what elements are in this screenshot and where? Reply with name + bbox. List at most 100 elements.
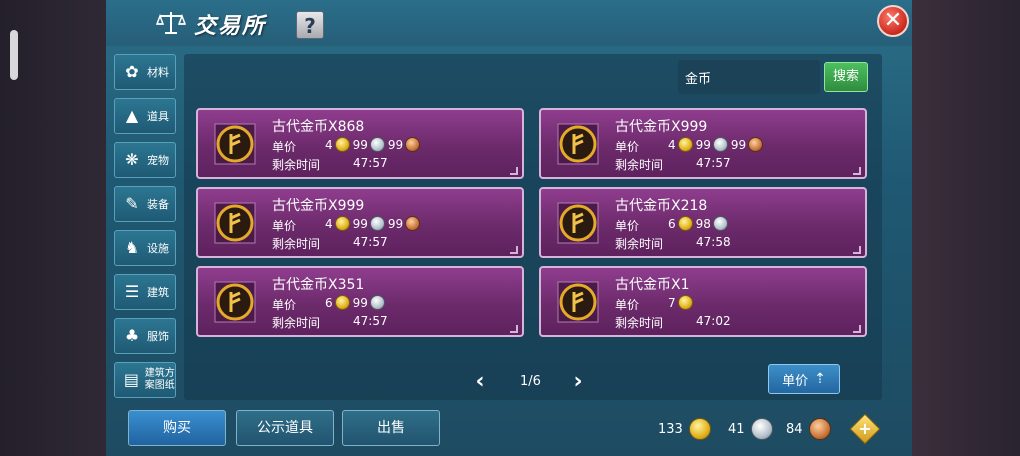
time-left-label: 剩余时间 xyxy=(272,158,321,172)
copper-balance: 84 xyxy=(786,418,831,440)
time-left-value: 47:57 xyxy=(696,156,731,170)
listing-area: 金币 搜索 古代金币X868 单价 4 99 99 剩余时间 47:57 古代金… xyxy=(184,54,882,400)
silver-amount: 99 xyxy=(695,137,711,152)
listing-name: 古代金币X868 xyxy=(272,119,365,135)
corner-mark xyxy=(510,167,518,175)
price: 6 99 xyxy=(322,295,385,310)
sort-by-price-button[interactable]: 单价 ⇡ xyxy=(768,364,840,394)
listing-name: 古代金币X999 xyxy=(272,198,365,214)
ancient-coin-icon xyxy=(214,202,256,244)
price: 4 99 99 xyxy=(665,137,764,152)
time-left-value: 47:57 xyxy=(353,156,388,170)
listing-card[interactable]: 古代金币X868 单价 4 99 99 剩余时间 47:57 xyxy=(196,108,524,179)
sidebar-item-clothing[interactable]: ♣ 服饰 xyxy=(114,318,176,354)
time-left-value: 47:02 xyxy=(696,314,731,328)
close-button[interactable]: ✕ xyxy=(877,5,909,37)
unit-price-label: 单价 xyxy=(272,140,297,154)
time-left-value: 47:57 xyxy=(353,314,388,328)
gold-balance-value: 133 xyxy=(658,421,683,437)
gold-coin-icon xyxy=(677,137,693,152)
unit-price-label: 单价 xyxy=(615,298,640,312)
sort-label: 单价 xyxy=(782,373,809,389)
sidebar-item-equipment[interactable]: ✎ 装备 xyxy=(114,186,176,222)
page-indicator: 1/6 xyxy=(520,374,541,389)
copper-amount: 99 xyxy=(730,137,747,152)
listing-card[interactable]: 古代金币X1 单价 7 剩余时间 47:02 xyxy=(539,266,867,337)
gold-coin-icon xyxy=(334,137,350,152)
silver-coin-icon xyxy=(712,216,728,231)
listing-name: 古代金币X1 xyxy=(615,277,690,293)
silver-amount: 99 xyxy=(352,216,368,231)
silver-balance-value: 41 xyxy=(728,421,745,437)
silver-coin-icon xyxy=(712,137,728,152)
copper-amount: 99 xyxy=(387,216,404,231)
corner-mark xyxy=(853,167,861,175)
sidebar-item-label: 材料 xyxy=(147,66,169,79)
corner-mark xyxy=(853,246,861,254)
sidebar-item-label: 服饰 xyxy=(147,330,169,343)
blueprint-icon: ▤ xyxy=(123,370,139,389)
corner-mark xyxy=(510,246,518,254)
sidebar-item-buildings[interactable]: ☰ 建筑 xyxy=(114,274,176,310)
search-input[interactable]: 金币 xyxy=(678,60,820,94)
copper-balance-value: 84 xyxy=(786,421,803,437)
sidebar-item-label: 建筑方案图纸 xyxy=(144,368,175,391)
silver-amount: 99 xyxy=(352,295,368,310)
gold-amount: 6 xyxy=(325,295,333,310)
corner-mark xyxy=(510,325,518,333)
time-left-value: 47:57 xyxy=(353,235,388,249)
time-left-label: 剩余时间 xyxy=(272,316,321,330)
sidebar-item-items[interactable]: ▲ 道具 xyxy=(114,98,176,134)
copper-coin-icon xyxy=(808,418,831,440)
listing-card[interactable]: 古代金币X218 单价 6 98 剩余时间 47:58 xyxy=(539,187,867,258)
sell-button[interactable]: 出售 xyxy=(342,410,440,446)
sidebar-item-facilities[interactable]: ♞ 设施 xyxy=(114,230,176,266)
search-button[interactable]: 搜索 xyxy=(824,62,868,92)
silver-coin-icon xyxy=(369,137,385,152)
pet-paw-icon: ❋ xyxy=(125,150,139,169)
gold-coin-icon xyxy=(688,418,711,440)
materials-icon: ✿ xyxy=(125,62,139,81)
gold-coin-icon xyxy=(677,295,693,310)
ancient-coin-icon xyxy=(557,202,599,244)
gold-balance: 133 xyxy=(658,418,711,440)
sidebar-item-pets[interactable]: ❋ 宠物 xyxy=(114,142,176,178)
listing-card[interactable]: 古代金币X999 单价 4 99 99 剩余时间 47:57 xyxy=(539,108,867,179)
unit-price-label: 单价 xyxy=(615,140,640,154)
help-button[interactable]: ? xyxy=(296,11,324,39)
ancient-coin-icon xyxy=(557,281,599,323)
gold-amount: 6 xyxy=(668,216,676,231)
time-left-label: 剩余时间 xyxy=(615,237,664,251)
gold-amount: 7 xyxy=(668,295,676,310)
buy-button[interactable]: 购买 xyxy=(128,410,226,446)
gold-coin-icon xyxy=(677,216,693,231)
sidebar-item-blueprints[interactable]: ▤ 建筑方案图纸 xyxy=(114,362,176,398)
sidebar-item-label: 装备 xyxy=(147,198,169,211)
right-screen-edge xyxy=(912,0,1020,456)
copper-coin-icon xyxy=(405,216,421,231)
sort-arrow-icon: ⇡ xyxy=(814,371,826,387)
unit-price-label: 单价 xyxy=(615,219,640,233)
price: 6 98 xyxy=(665,216,728,231)
prev-page-button[interactable]: ‹ xyxy=(472,371,488,393)
silver-amount: 99 xyxy=(352,137,368,152)
price: 4 99 99 xyxy=(322,137,421,152)
equipment-icon: ✎ xyxy=(125,194,139,213)
time-left-value: 47:58 xyxy=(696,235,731,249)
add-currency-button[interactable]: + xyxy=(849,413,881,445)
silver-coin-icon xyxy=(750,418,773,440)
gold-coin-icon xyxy=(334,295,350,310)
gold-amount: 4 xyxy=(668,137,676,152)
listing-card[interactable]: 古代金币X999 单价 4 99 99 剩余时间 47:57 xyxy=(196,187,524,258)
sidebar-item-materials[interactable]: ✿ 材料 xyxy=(114,54,176,90)
clothing-icon: ♣ xyxy=(124,326,140,345)
next-page-button[interactable]: › xyxy=(570,371,586,393)
sidebar-item-label: 宠物 xyxy=(147,154,169,167)
gold-coin-icon xyxy=(334,216,350,231)
time-left-label: 剩余时间 xyxy=(615,158,664,172)
side-handle[interactable] xyxy=(10,30,18,80)
listing-card[interactable]: 古代金币X351 单价 6 99 剩余时间 47:57 xyxy=(196,266,524,337)
building-icon: ☰ xyxy=(124,282,140,301)
public-items-button[interactable]: 公示道具 xyxy=(236,410,334,446)
ancient-coin-icon xyxy=(214,123,256,165)
